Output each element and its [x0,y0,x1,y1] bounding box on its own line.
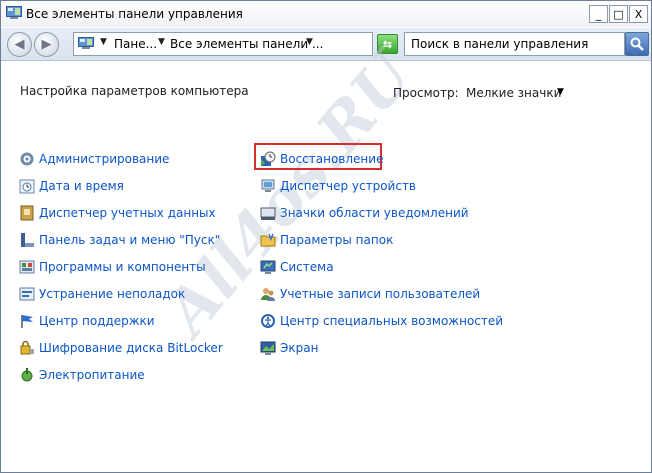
item-label: Дата и время [39,179,124,193]
forward-button[interactable]: ▶ [34,32,59,57]
item-notification-icons[interactable]: Значки области уведомлений [260,204,469,222]
taskbar-icon [21,233,34,247]
item-label: Центр специальных возможностей [280,314,504,328]
credential-manager-icon [20,205,34,221]
breadcrumb-all-items[interactable]: Все элементы панели ... [170,37,323,51]
item-bitlocker[interactable]: Шифрование диска BitLocker [19,339,223,357]
control-panel-window: Все элементы панели управления _ □ X ◀ ▶… [0,0,652,473]
breadcrumb-control-panel[interactable]: Пане... [114,37,157,51]
item-display[interactable]: Экран [260,339,318,357]
display-icon [260,341,276,355]
forward-arrow-icon: ▶ [41,37,52,52]
navigation-bar: ◀ ▶ ▼ Пане... ▼ Все элементы панели ... … [1,28,651,61]
item-label: Параметры папок [280,233,394,247]
troubleshooting-icon [19,287,35,301]
title-bar[interactable]: Все элементы панели управления _ □ X [1,1,651,27]
item-device-manager[interactable]: Диспетчер устройств [260,177,416,195]
item-label: Диспетчер учетных данных [39,206,216,220]
item-date-time[interactable]: Дата и время [19,177,124,195]
bitlocker-icon [20,340,34,355]
address-bar[interactable]: ▼ Пане... ▼ Все элементы панели ... ▼ [73,32,373,56]
item-label: Панель задач и меню "Пуск" [39,233,221,247]
item-ease-of-access[interactable]: Центр специальных возможностей [260,312,503,330]
window-title: Все элементы панели управления [26,7,243,21]
item-label: Электропитание [39,368,145,382]
address-dropdown-icon[interactable]: ▼ [306,37,313,47]
control-panel-icon [6,6,22,19]
user-accounts-icon [261,288,275,301]
item-label: Восстановление [280,152,384,166]
item-power-options[interactable]: Электропитание [19,366,145,384]
page-heading: Настройка параметров компьютера [20,84,249,98]
item-label: Центр поддержки [39,314,155,328]
maximize-button[interactable]: □ [609,5,628,23]
item-label: Диспетчер устройств [280,179,417,193]
item-administration[interactable]: Администрирование [19,150,169,168]
control-panel-icon [78,37,94,49]
close-button[interactable]: X [629,5,648,23]
item-system[interactable]: Система [260,258,334,276]
back-arrow-icon: ◀ [14,37,25,52]
date-time-icon [19,179,35,194]
folder-options-icon [260,233,276,247]
item-troubleshooting[interactable]: Устранение неполадок [19,285,185,303]
item-label: Программы и компоненты [39,260,206,274]
notification-icons-icon [260,207,276,220]
breadcrumb-chevron-icon[interactable]: ▼ [100,37,107,47]
item-label: Значки области уведомлений [280,206,469,220]
item-taskbar-start[interactable]: Панель задач и меню "Пуск" [19,231,220,249]
item-recovery[interactable]: Восстановление [260,150,383,168]
breadcrumb-chevron-icon[interactable]: ▼ [158,37,165,47]
item-credential-manager[interactable]: Диспетчер учетных данных [19,204,216,222]
programs-icon [19,260,35,274]
item-user-accounts[interactable]: Учетные записи пользователей [260,285,480,303]
minimize-button[interactable]: _ [589,5,608,23]
search-placeholder: Поиск в панели управления [411,37,589,51]
system-icon [260,260,276,274]
item-action-center[interactable]: Центр поддержки [19,312,155,330]
item-programs-features[interactable]: Программы и компоненты [19,258,206,276]
dropdown-arrow-icon[interactable]: ▼ [557,87,564,97]
item-label: Экран [280,341,319,355]
recovery-icon [261,151,276,166]
search-button[interactable] [625,32,649,56]
item-label: Устранение неполадок [39,287,186,301]
search-icon [630,37,644,51]
ease-of-access-icon [261,314,275,328]
view-by-label: Просмотр: [393,86,459,100]
admin-tools-icon [20,152,34,166]
item-label: Учетные записи пользователей [280,287,481,301]
item-folder-options[interactable]: Параметры папок [260,231,393,249]
item-label: Система [280,260,334,274]
back-button[interactable]: ◀ [7,32,32,57]
item-label: Администрирование [39,152,170,166]
device-manager-icon [261,179,275,192]
power-options-icon [21,368,33,382]
search-input[interactable]: Поиск в панели управления [404,32,625,56]
refresh-arrows-icon: ⇆ [382,37,393,51]
action-center-flag-icon [21,315,33,328]
item-label: Шифрование диска BitLocker [39,341,223,355]
view-by-dropdown[interactable]: Мелкие значки [466,86,561,100]
refresh-button[interactable]: ⇆ [377,34,398,54]
